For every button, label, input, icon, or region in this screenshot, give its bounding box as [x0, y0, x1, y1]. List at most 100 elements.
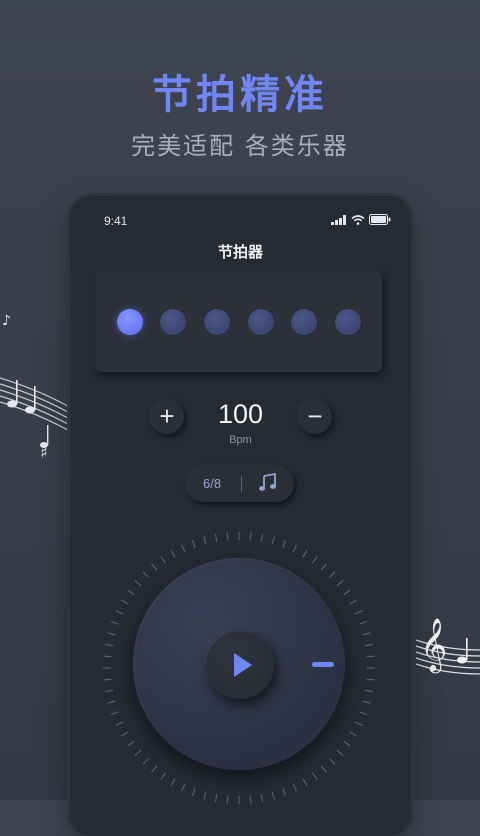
promo-subline: 完美适配 各类乐器	[131, 132, 349, 160]
phone-mockup: 9:41 节拍器 + 100 Bpm − 6/8	[70, 196, 411, 836]
music-staff-decoration-right: 𝄞	[415, 617, 480, 675]
dial-tick	[120, 731, 129, 737]
dial-tick	[110, 620, 119, 625]
dial-tick	[260, 533, 264, 543]
dial-tick	[311, 556, 318, 564]
dial-tick	[142, 758, 149, 765]
dial-position-marker[interactable]	[312, 662, 334, 667]
meter-selector[interactable]: 6/8	[186, 466, 294, 502]
beat-dot-2[interactable]	[160, 309, 187, 335]
dial-tick	[271, 791, 275, 800]
dial-tick	[214, 533, 218, 543]
svg-text:♪: ♪	[2, 313, 11, 329]
dial-tick	[142, 571, 149, 578]
beat-indicator-panel	[96, 272, 382, 372]
dial-tick	[271, 536, 275, 545]
dial-tick	[320, 563, 327, 571]
wifi-icon	[351, 214, 365, 225]
status-time: 9:41	[104, 214, 128, 228]
beat-dot-1[interactable]	[116, 309, 143, 335]
dial-tick	[104, 689, 114, 693]
dial-tick	[115, 609, 124, 615]
dial-tick	[127, 589, 135, 596]
dial-tick	[329, 758, 336, 765]
dial-tick	[359, 620, 368, 625]
dial-tick	[336, 580, 344, 587]
dial-tick	[151, 765, 158, 773]
dial-tick	[103, 655, 112, 658]
dial-tick	[282, 788, 287, 797]
tempo-unit: Bpm	[229, 434, 252, 446]
dial-tick	[359, 711, 368, 716]
dial-tick	[260, 793, 264, 803]
dial-tick	[226, 532, 229, 541]
signal-icon	[331, 214, 346, 225]
tempo-value: 100	[217, 399, 264, 429]
dial-tick	[110, 711, 119, 716]
dial-tick	[320, 765, 327, 773]
dial-tick	[249, 795, 252, 804]
promo-headline: 节拍精准	[152, 72, 328, 118]
dial-tick	[160, 556, 167, 564]
dial-tick	[364, 643, 374, 647]
play-icon	[234, 653, 252, 677]
music-staff-decoration-left: ♯ ♪	[0, 313, 76, 462]
svg-text:♯: ♯	[40, 443, 48, 462]
dial-tick	[366, 678, 375, 681]
dial-tick	[302, 778, 308, 787]
beat-dot-6[interactable]	[335, 309, 362, 335]
dial-tick	[336, 749, 344, 756]
dial-tick	[292, 783, 298, 792]
dial-tick	[354, 721, 363, 727]
status-icons	[331, 214, 391, 225]
dial-tick	[170, 549, 176, 558]
decrease-tempo-button[interactable]: −	[298, 400, 332, 434]
battery-icon	[369, 214, 391, 225]
meter-divider	[241, 476, 242, 492]
beat-dot-3[interactable]	[204, 309, 231, 335]
dial-tick	[107, 700, 116, 704]
dial-tick	[203, 536, 207, 545]
play-button[interactable]	[206, 631, 274, 699]
dial-tick	[134, 580, 142, 587]
beat-dot-4[interactable]	[247, 309, 274, 335]
music-note-icon[interactable]	[258, 473, 278, 493]
beat-dot-5[interactable]	[291, 309, 318, 335]
dial-tick	[329, 571, 336, 578]
dial-tick	[311, 772, 318, 780]
dial-tick	[160, 772, 167, 780]
dial-tick	[170, 778, 176, 787]
dial-tick	[214, 793, 218, 803]
dial-tick	[362, 700, 371, 704]
dial-tick	[120, 599, 129, 605]
dial-tick	[180, 783, 186, 792]
dial-tick	[362, 632, 371, 636]
svg-text:𝄞: 𝄞	[420, 617, 447, 673]
dial-tick	[343, 740, 351, 747]
dial-tick	[191, 539, 196, 548]
dial-tick	[134, 749, 142, 756]
dial-tick	[349, 599, 358, 605]
dial-tick	[282, 539, 287, 548]
screen-title: 节拍器	[217, 243, 263, 261]
dial-tick	[226, 795, 229, 804]
dial-tick	[115, 721, 124, 727]
dial-tick	[103, 678, 112, 681]
dial-tick	[191, 788, 196, 797]
dial-tick	[354, 609, 363, 615]
dial-tick	[104, 643, 114, 647]
dial-tick	[302, 549, 308, 558]
status-bar: 9:41	[104, 214, 391, 230]
dial-tick	[349, 731, 358, 737]
dial-tick	[249, 532, 252, 541]
dial-tick	[151, 563, 158, 571]
dial-tick	[292, 544, 298, 553]
dial-tick	[203, 791, 207, 800]
dial-tick	[127, 740, 135, 747]
dial-tick	[366, 655, 375, 658]
dial-tick	[343, 589, 351, 596]
dial-tick	[180, 544, 186, 553]
dial-tick	[364, 689, 374, 693]
dial-tick	[107, 632, 116, 636]
time-signature[interactable]: 6/8	[203, 476, 221, 491]
